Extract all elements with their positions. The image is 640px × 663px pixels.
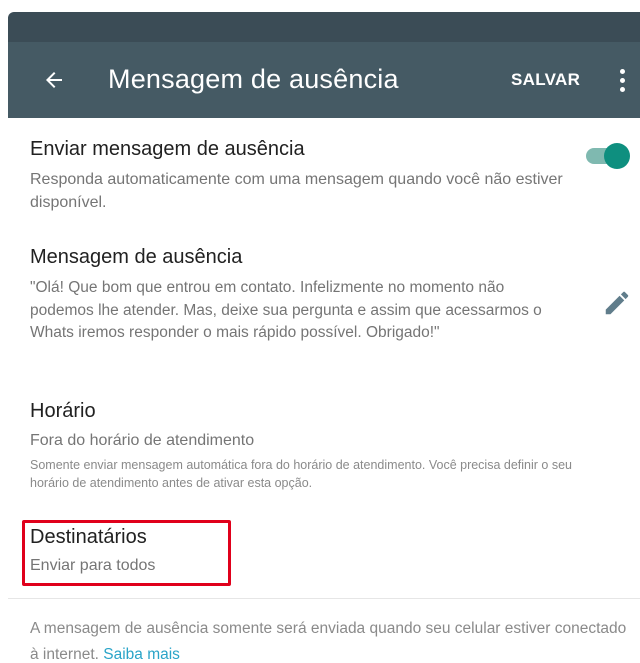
divider — [8, 598, 640, 599]
screen: Mensagem de ausência SALVAR Enviar mensa… — [0, 0, 640, 663]
toggle-thumb — [604, 143, 630, 169]
back-button[interactable] — [32, 58, 76, 102]
away-message-text: "Olá! Que bom que entrou em contato. Inf… — [30, 279, 542, 341]
setting-away-enabled[interactable]: Enviar mensagem de ausência Responda aut… — [30, 138, 570, 214]
save-button[interactable]: SALVAR — [511, 70, 580, 90]
setting-title: Horário — [30, 400, 96, 422]
setting-value: Fora do horário de atendimento — [30, 432, 255, 449]
setting-schedule[interactable]: Horário Fora do horário de atendimento S… — [30, 400, 610, 492]
more-vert-icon[interactable] — [612, 62, 632, 98]
learn-more-link[interactable]: Saiba mais — [103, 646, 180, 663]
pencil-icon[interactable] — [602, 288, 632, 318]
setting-title: Mensagem de ausência — [30, 246, 243, 268]
page-title: Mensagem de ausência — [108, 64, 399, 94]
setting-title: Enviar mensagem de ausência — [30, 138, 305, 160]
setting-away-message[interactable]: Mensagem de ausência "Olá! Que bom que e… — [30, 246, 570, 345]
away-toggle-switch[interactable] — [582, 140, 632, 169]
settings-list: Enviar mensagem de ausência Responda aut… — [8, 118, 640, 663]
setting-recipients[interactable]: Destinatários Enviar para todos — [30, 526, 230, 577]
footer-note: A mensagem de ausência somente será envi… — [30, 616, 630, 663]
setting-value: Enviar para todos — [30, 557, 156, 574]
setting-note: Somente enviar mensagem automática fora … — [30, 458, 572, 490]
setting-title: Destinatários — [30, 526, 147, 548]
setting-subtitle: Responda automaticamente com uma mensage… — [30, 171, 563, 211]
status-bar — [8, 12, 640, 42]
arrow-back-icon — [46, 72, 62, 88]
app-bar: Mensagem de ausência SALVAR — [8, 42, 640, 118]
